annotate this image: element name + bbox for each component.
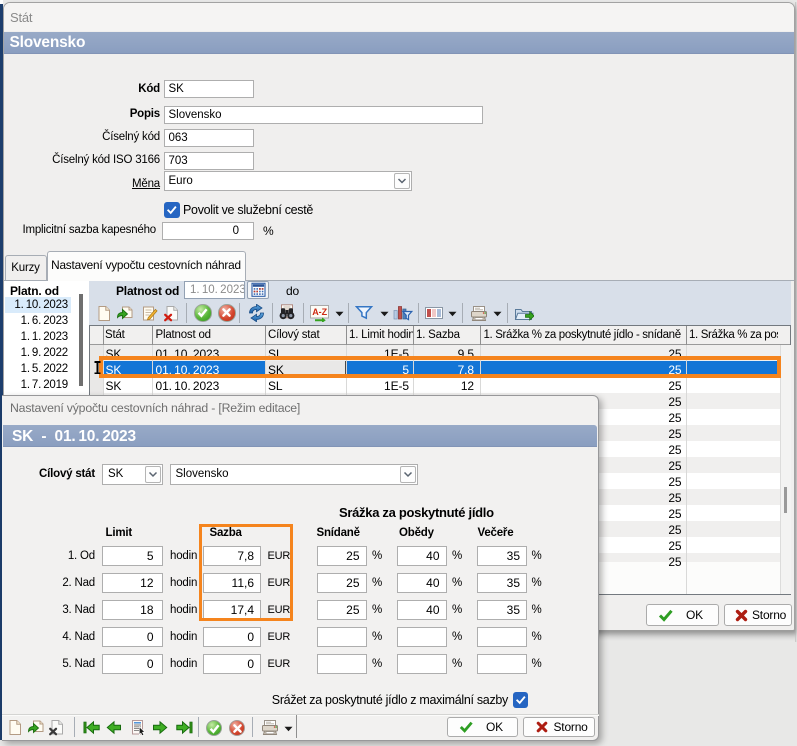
svg-text:A-Z: A-Z — [312, 307, 327, 317]
